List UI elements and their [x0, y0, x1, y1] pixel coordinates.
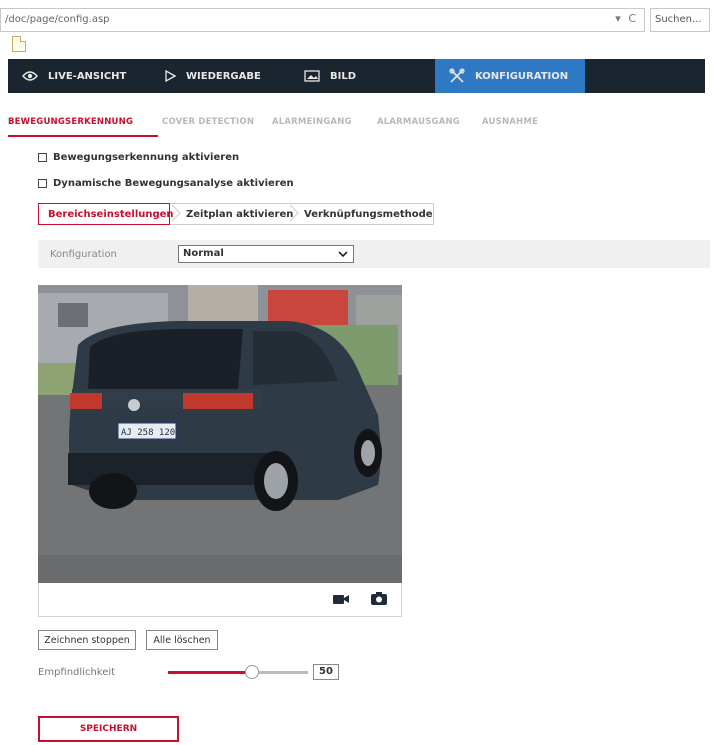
subtab-cover-detection[interactable]: COVER DETECTION — [162, 117, 254, 127]
subtab-alarm-input[interactable]: ALARMEINGANG — [272, 117, 352, 127]
nav-label: KONFIGURATION — [475, 70, 569, 82]
address-bar[interactable]: /doc/page/config.asp ▾ C — [0, 8, 645, 32]
tools-icon — [449, 68, 465, 84]
nav-label: BILD — [330, 70, 357, 82]
motion-detection-checkbox[interactable] — [38, 153, 47, 162]
step-schedule[interactable]: Zeitplan aktivieren — [186, 204, 293, 224]
subtab-exception[interactable]: AUSNAHME — [482, 117, 538, 127]
checkbox-row-dynamic[interactable]: Dynamische Bewegungsanalyse aktivieren — [38, 178, 294, 189]
nav-label: LIVE-ANSICHT — [48, 70, 127, 82]
checkbox-row-motion[interactable]: Bewegungserkennung aktivieren — [38, 152, 239, 163]
url-text: /doc/page/config.asp — [5, 14, 110, 25]
sensitivity-slider-fill — [168, 671, 250, 674]
subtab-alarm-output[interactable]: ALARMAUSGANG — [377, 117, 460, 127]
step-separator-icon — [289, 205, 299, 221]
sensitivity-value-field[interactable]: 50 — [313, 664, 339, 680]
dynamic-analysis-checkbox[interactable] — [38, 179, 47, 188]
step-separator-icon — [171, 205, 181, 221]
step-linkage-method[interactable]: Verknüpfungsmethode — [304, 204, 433, 224]
clear-all-button[interactable]: Alle löschen — [146, 630, 218, 650]
save-button[interactable]: SPEICHERN — [38, 716, 179, 742]
browser-search-input[interactable]: Suchen... — [650, 8, 710, 32]
nav-label: WIEDERGABE — [186, 70, 261, 82]
sensitivity-slider-handle[interactable] — [245, 665, 259, 679]
active-subtab-underline — [8, 135, 158, 137]
video-preview[interactable]: AJ 258 120 — [38, 285, 402, 583]
record-icon[interactable] — [333, 593, 349, 605]
subtab-motion-detection[interactable]: BEWEGUNGSERKENNUNG — [8, 117, 133, 127]
nav-live-view[interactable]: LIVE-ANSICHT — [8, 59, 158, 93]
play-icon — [164, 70, 176, 82]
checkbox-label: Dynamische Bewegungsanalyse aktivieren — [53, 178, 294, 189]
select-value: Normal — [183, 248, 224, 259]
page-tab-icon[interactable] — [12, 36, 26, 52]
nav-configuration[interactable]: KONFIGURATION — [435, 59, 585, 93]
nav-image[interactable]: BILD — [298, 59, 428, 93]
nav-playback[interactable]: WIEDERGABE — [158, 59, 298, 93]
configuration-label: Konfiguration — [50, 249, 117, 260]
step-area-settings[interactable]: Bereichseinstellungen — [48, 204, 174, 224]
configuration-row: Konfiguration Normal — [38, 240, 710, 268]
license-plate-text: AJ 258 120 — [121, 428, 175, 438]
main-navbar: LIVE-ANSICHT WIEDERGABE BILD KONFIGURATI… — [8, 59, 705, 93]
stop-drawing-button[interactable]: Zeichnen stoppen — [38, 630, 136, 650]
camera-icon[interactable] — [371, 592, 387, 605]
video-toolbar — [38, 583, 402, 617]
sensitivity-label: Empfindlichkeit — [38, 667, 116, 678]
image-icon — [304, 70, 320, 82]
chevron-down-icon — [338, 251, 348, 258]
checkbox-label: Bewegungserkennung aktivieren — [53, 152, 240, 163]
search-placeholder: Suchen... — [655, 14, 702, 25]
configuration-select[interactable]: Normal — [178, 245, 354, 263]
eye-icon — [22, 70, 38, 82]
refresh-controls[interactable]: ▾ C — [615, 12, 638, 25]
camera-image: AJ 258 120 — [38, 285, 402, 583]
